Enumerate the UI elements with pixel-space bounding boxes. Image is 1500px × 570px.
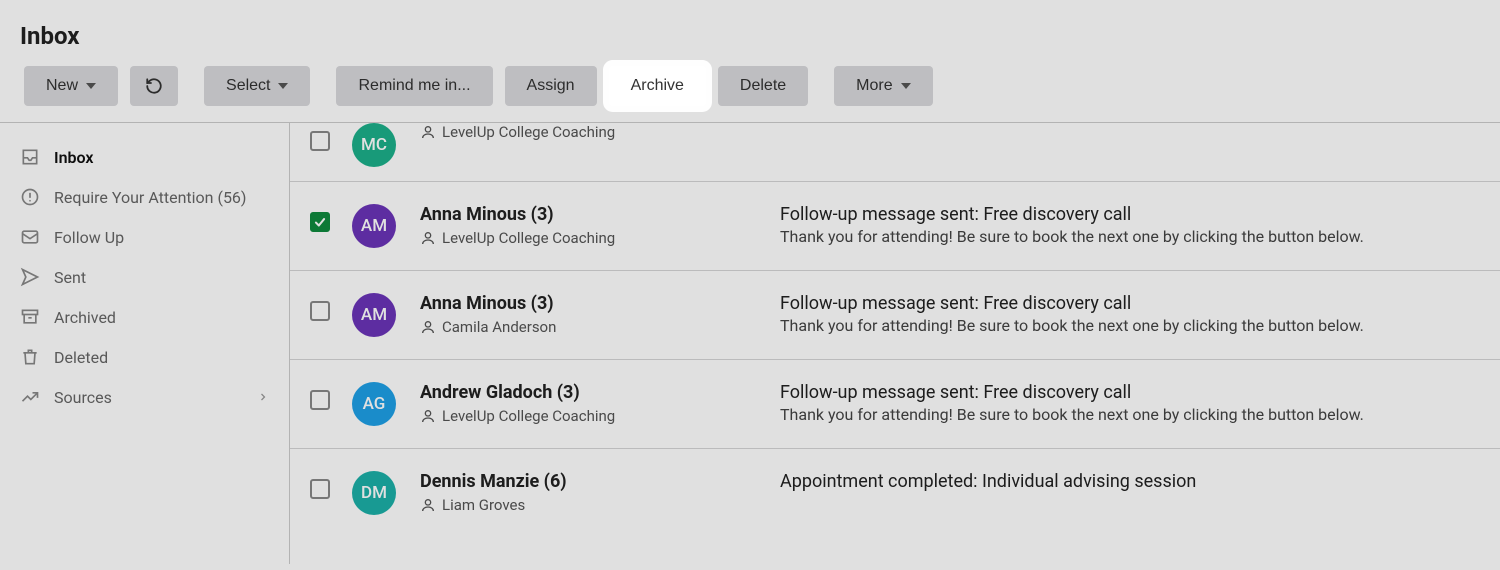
select-button[interactable]: Select — [204, 66, 310, 106]
sidebar-item-label: Archived — [54, 308, 116, 327]
toolbar: New Select Remind me in... Assign Archiv… — [0, 66, 1500, 122]
sidebar-item-inbox[interactable]: Inbox — [0, 137, 289, 177]
org-label: Liam Groves — [442, 496, 525, 514]
avatar: MC — [352, 123, 396, 167]
caret-down-icon — [86, 83, 96, 89]
check-icon — [313, 215, 327, 229]
sidebar-item-label: Sent — [54, 268, 86, 287]
avatar: AM — [352, 204, 396, 248]
assign-label: Assign — [527, 77, 575, 95]
sidebar-item-label: Inbox — [54, 148, 94, 167]
row-checkbox[interactable] — [310, 301, 330, 321]
sender-name: Anna Minous (3) — [420, 204, 780, 225]
person-icon — [420, 319, 436, 335]
avatar: AG — [352, 382, 396, 426]
person-icon — [420, 408, 436, 424]
sidebar-item-deleted[interactable]: Deleted — [0, 337, 289, 377]
archive-button[interactable]: Archive — [609, 66, 706, 106]
new-button[interactable]: New — [24, 66, 118, 106]
sidebar-item-label: Deleted — [54, 348, 108, 367]
remind-button[interactable]: Remind me in... — [336, 66, 492, 106]
inbox-icon — [20, 147, 40, 167]
archive-icon — [20, 307, 40, 327]
row-checkbox[interactable] — [310, 479, 330, 499]
refresh-icon — [145, 77, 163, 95]
person-icon — [420, 230, 436, 246]
page-title: Inbox — [0, 0, 1500, 66]
alert-icon — [20, 187, 40, 207]
sent-icon — [20, 267, 40, 287]
more-label: More — [856, 77, 892, 95]
sidebar-item-sent[interactable]: Sent — [0, 257, 289, 297]
sidebar: Inbox Require Your Attention (56) Follow… — [0, 123, 290, 564]
sidebar-item-attention[interactable]: Require Your Attention (56) — [0, 177, 289, 217]
assign-button[interactable]: Assign — [505, 66, 597, 106]
message-row[interactable]: AG Andrew Gladoch (3) LevelUp College Co… — [290, 360, 1500, 449]
person-icon — [420, 497, 436, 513]
sender-name: Dennis Manzie (6) — [420, 471, 780, 492]
caret-down-icon — [901, 83, 911, 89]
message-subject: Follow-up message sent: Free discovery c… — [780, 382, 1480, 403]
sender-name: Andrew Gladoch (3) — [420, 382, 780, 403]
message-preview: Thank you for attending! Be sure to book… — [780, 405, 1480, 424]
message-row[interactable]: DM Dennis Manzie (6) Liam Groves Appoint… — [290, 449, 1500, 537]
row-checkbox[interactable] — [310, 212, 330, 232]
message-row[interactable]: AM Anna Minous (3) LevelUp College Coach… — [290, 182, 1500, 271]
sidebar-item-archived[interactable]: Archived — [0, 297, 289, 337]
message-preview: Thank you for attending! Be sure to book… — [780, 227, 1480, 246]
caret-down-icon — [278, 83, 288, 89]
org-label: Camila Anderson — [442, 318, 556, 336]
sidebar-item-label: Sources — [54, 388, 112, 407]
content: Inbox Require Your Attention (56) Follow… — [0, 122, 1500, 564]
avatar: DM — [352, 471, 396, 515]
org-label: LevelUp College Coaching — [442, 123, 615, 141]
followup-icon — [20, 227, 40, 247]
message-row[interactable]: MC LevelUp College Coaching — [290, 123, 1500, 182]
more-button[interactable]: More — [834, 66, 932, 106]
org-label: LevelUp College Coaching — [442, 407, 615, 425]
new-label: New — [46, 77, 78, 95]
message-preview: Thank you for attending! Be sure to book… — [780, 316, 1480, 335]
message-subject: Follow-up message sent: Free discovery c… — [780, 293, 1480, 314]
message-subject: Follow-up message sent: Free discovery c… — [780, 204, 1480, 225]
trash-icon — [20, 347, 40, 367]
message-list: MC LevelUp College Coaching AM Anna Mino… — [290, 123, 1500, 564]
delete-label: Delete — [740, 77, 786, 95]
archive-label: Archive — [631, 77, 684, 95]
sources-icon — [20, 387, 40, 407]
message-subject: Appointment completed: Individual advisi… — [780, 471, 1480, 492]
message-row[interactable]: AM Anna Minous (3) Camila Anderson Follo… — [290, 271, 1500, 360]
row-checkbox[interactable] — [310, 131, 330, 151]
select-label: Select — [226, 77, 270, 95]
refresh-button[interactable] — [130, 66, 178, 106]
sidebar-item-followup[interactable]: Follow Up — [0, 217, 289, 257]
sidebar-item-label: Require Your Attention (56) — [54, 188, 247, 207]
person-icon — [420, 124, 436, 140]
row-checkbox[interactable] — [310, 390, 330, 410]
org-label: LevelUp College Coaching — [442, 229, 615, 247]
sender-name: Anna Minous (3) — [420, 293, 780, 314]
sidebar-item-sources[interactable]: Sources — [0, 377, 289, 417]
sidebar-item-label: Follow Up — [54, 228, 124, 247]
delete-button[interactable]: Delete — [718, 66, 808, 106]
remind-label: Remind me in... — [358, 77, 470, 95]
chevron-right-icon — [257, 391, 269, 403]
avatar: AM — [352, 293, 396, 337]
